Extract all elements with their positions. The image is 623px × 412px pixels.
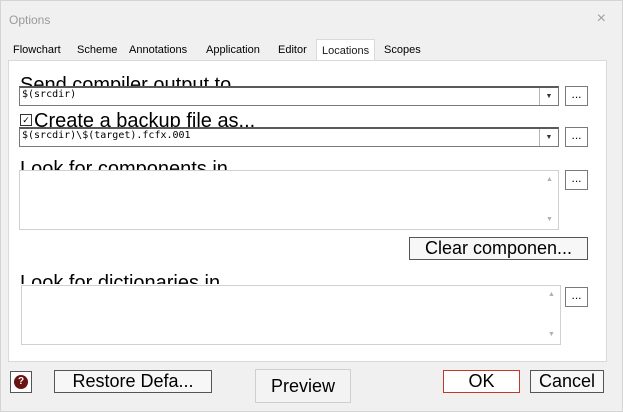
title-bar: Options × <box>1 1 622 39</box>
tab-application[interactable]: Application <box>201 41 265 60</box>
scroll-up-icon[interactable]: ▲ <box>541 173 558 187</box>
compiler-output-label: Send compiler output to <box>20 74 232 86</box>
help-icon: ? <box>14 375 28 389</box>
close-icon[interactable]: × <box>597 10 606 28</box>
dictionaries-list[interactable]: ▲ ▼ <box>21 285 561 345</box>
chevron-down-icon[interactable]: ▼ <box>539 88 558 105</box>
tab-editor[interactable]: Editor <box>273 41 312 60</box>
dictionaries-label: Look for dictionaries in <box>20 272 221 284</box>
tab-scheme[interactable]: Scheme <box>72 41 122 60</box>
dictionaries-scrollbar[interactable]: ▲ ▼ <box>543 286 560 344</box>
help-button[interactable]: ? <box>10 371 32 393</box>
components-list[interactable]: ▲ ▼ <box>19 170 559 230</box>
components-scrollbar[interactable]: ▲ ▼ <box>541 171 558 229</box>
tab-annotations[interactable]: Annotations <box>124 41 192 60</box>
backup-combo[interactable]: $(srcdir)\$(target).fcfx.001 ▼ <box>19 127 559 147</box>
compiler-output-value: $(srcdir) <box>22 89 77 100</box>
components-browse-button[interactable]: ... <box>565 170 588 190</box>
backup-checkbox[interactable]: ✓ <box>20 114 32 126</box>
dialog-title: Options <box>9 13 51 27</box>
scroll-down-icon[interactable]: ▼ <box>543 328 560 342</box>
ok-button[interactable]: OK <box>443 370 520 393</box>
tab-locations[interactable]: Locations <box>316 39 376 62</box>
chevron-down-icon[interactable]: ▼ <box>539 129 558 146</box>
cancel-button[interactable]: Cancel <box>530 370 604 393</box>
clear-components-button[interactable]: Clear componen... <box>409 237 588 260</box>
backup-browse-button[interactable]: ... <box>565 127 588 147</box>
compiler-output-combo[interactable]: $(srcdir) ▼ <box>19 86 559 106</box>
tab-scopes[interactable]: Scopes <box>379 41 426 60</box>
locations-page: Send compiler output to $(srcdir) ▼ ... … <box>8 60 607 362</box>
options-dialog: Options × Flowchart Scheme Annotations A… <box>0 0 623 412</box>
tab-flowchart[interactable]: Flowchart <box>8 41 66 60</box>
scroll-down-icon[interactable]: ▼ <box>541 213 558 227</box>
restore-defaults-button[interactable]: Restore Defa... <box>54 370 212 393</box>
components-label: Look for components in <box>20 158 228 170</box>
backup-value: $(srcdir)\$(target).fcfx.001 <box>22 130 191 141</box>
preview-button[interactable]: Preview <box>255 369 351 403</box>
compiler-output-browse-button[interactable]: ... <box>565 86 588 106</box>
scroll-up-icon[interactable]: ▲ <box>543 288 560 302</box>
dictionaries-browse-button[interactable]: ... <box>565 287 588 307</box>
